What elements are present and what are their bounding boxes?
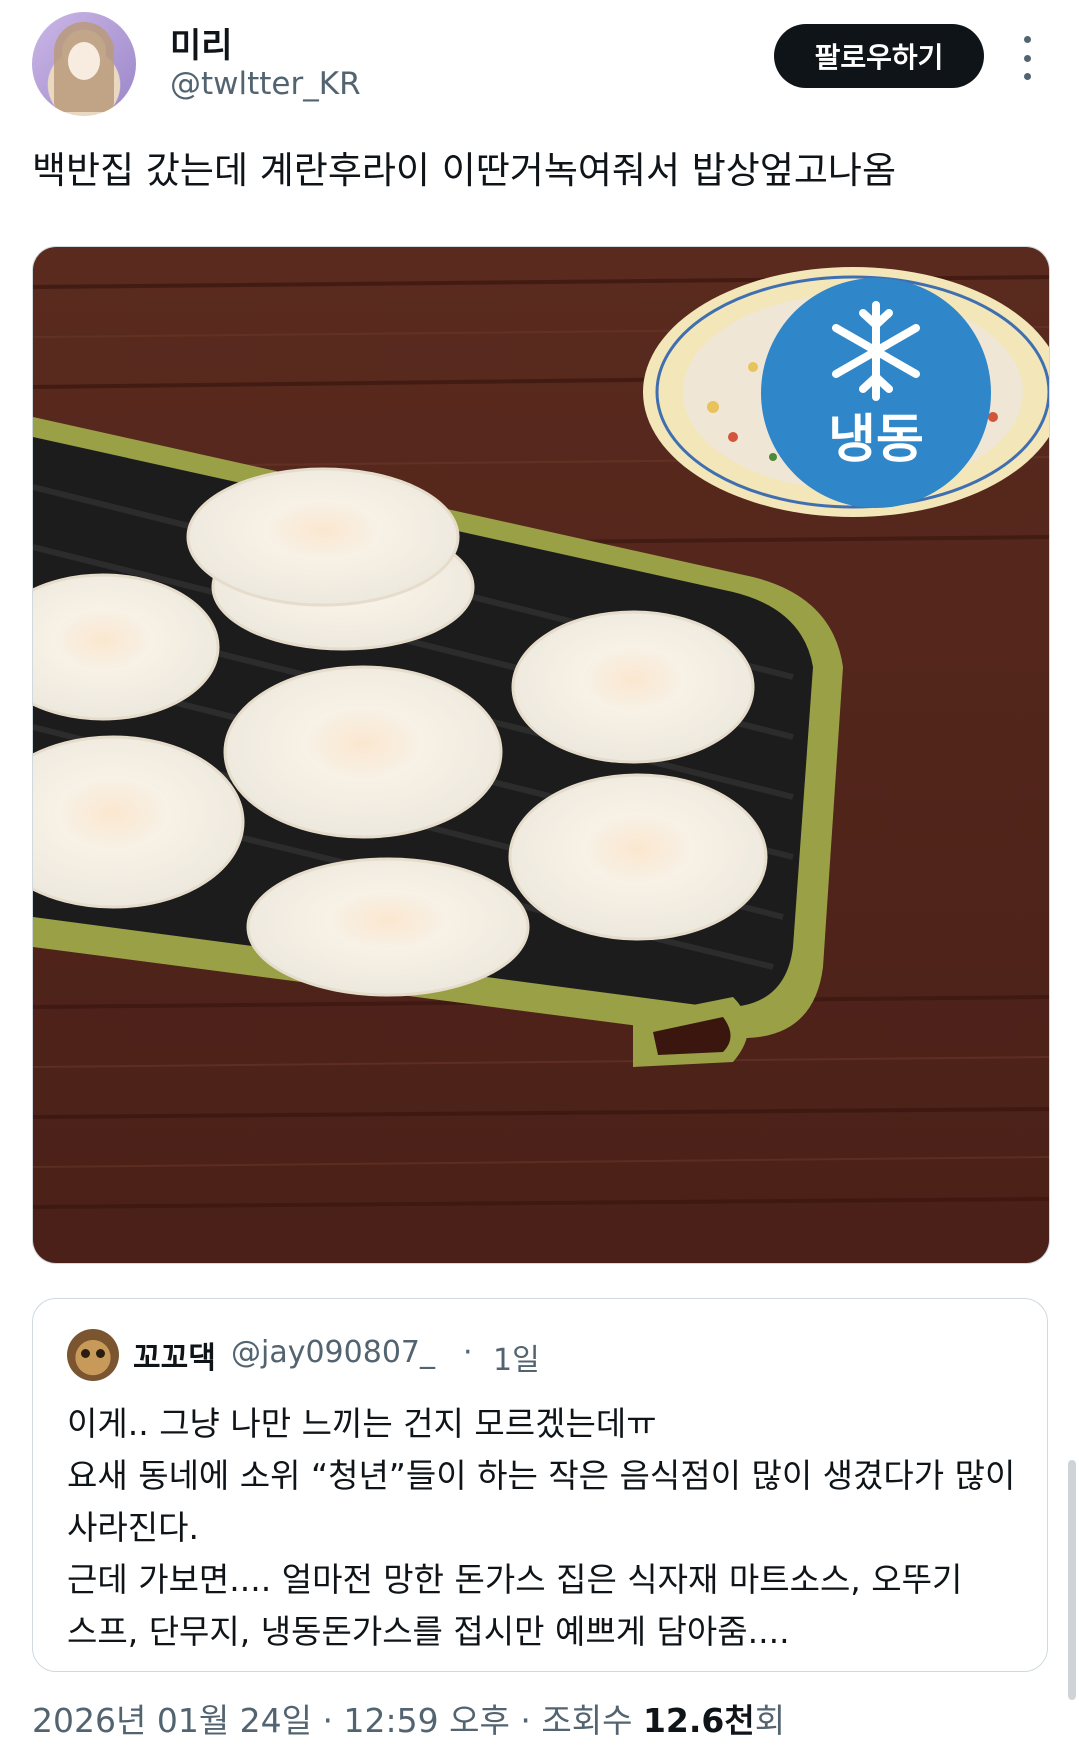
quoted-author-name[interactable]: 꼬꼬댁	[133, 1333, 216, 1377]
dot	[1023, 54, 1031, 62]
freeze-badge-label: 냉동	[828, 410, 924, 470]
avatar-eye	[96, 1349, 105, 1358]
views-suffix: 회	[754, 1701, 786, 1740]
quoted-text-line: 요새 동네에 소위 “청년”들이 하는 작은 음식점이 많이 생겼다가 많이	[67, 1456, 1016, 1495]
quoted-author-handle[interactable]: @jay090807_	[231, 1335, 435, 1370]
quoted-text-line: 스프, 단무지, 냉동돈가스를 접시만 예쁘게 담아줌....	[67, 1612, 790, 1651]
views-count: 12.6천	[642, 1701, 755, 1740]
tweet-header: 미리 @twltter_KR 팔로우하기	[0, 0, 1079, 120]
follow-button[interactable]: 팔로우하기	[774, 24, 984, 88]
quoted-text-line: 근데 가보면.... 얼마전 망한 돈가스 집은 식자재 마트소스, 오뚜기	[67, 1560, 963, 1599]
quoted-author-avatar[interactable]	[67, 1329, 119, 1381]
tweet-text: 백반집 갔는데 계란후라이 이딴거녹여줘서 밥상엎고나옴	[32, 149, 897, 192]
quoted-text-line: 이게.. 그냥 나만 느끼는 건지 모르겠는데ㅠ	[67, 1404, 657, 1443]
author-name[interactable]: 미리	[170, 18, 233, 67]
views-label: 조회수	[541, 1701, 633, 1740]
author-handle[interactable]: @twltter_KR	[170, 66, 361, 102]
quoted-separator: ·	[463, 1335, 473, 1370]
meta-separator: ·	[322, 1701, 334, 1740]
quoted-text-line: 사라진다.	[67, 1508, 199, 1547]
meta-separator: ·	[520, 1701, 531, 1740]
dot	[1023, 73, 1031, 80]
tweet-time[interactable]: 12:59 오후	[344, 1701, 510, 1740]
quoted-tweet[interactable]: 꼬꼬댁 @jay090807_ · 1일 이게.. 그냥 나만 느끼는 건지 모…	[32, 1298, 1048, 1672]
author-avatar[interactable]	[32, 12, 136, 116]
scrollbar-thumb[interactable]	[1068, 1460, 1076, 1700]
tweet-meta: 2026년 01월 24일 · 12:59 오후 · 조회수 12.6천회	[32, 1694, 785, 1742]
tweet-media-image[interactable]: 냉동	[32, 246, 1050, 1264]
avatar-face	[68, 42, 100, 80]
tweet-date[interactable]: 2026년 01월 24일	[32, 1701, 312, 1740]
quoted-time[interactable]: 1일	[493, 1335, 540, 1379]
avatar-eye	[81, 1349, 90, 1358]
dot	[1023, 36, 1031, 43]
more-dots-icon[interactable]	[1010, 36, 1044, 80]
